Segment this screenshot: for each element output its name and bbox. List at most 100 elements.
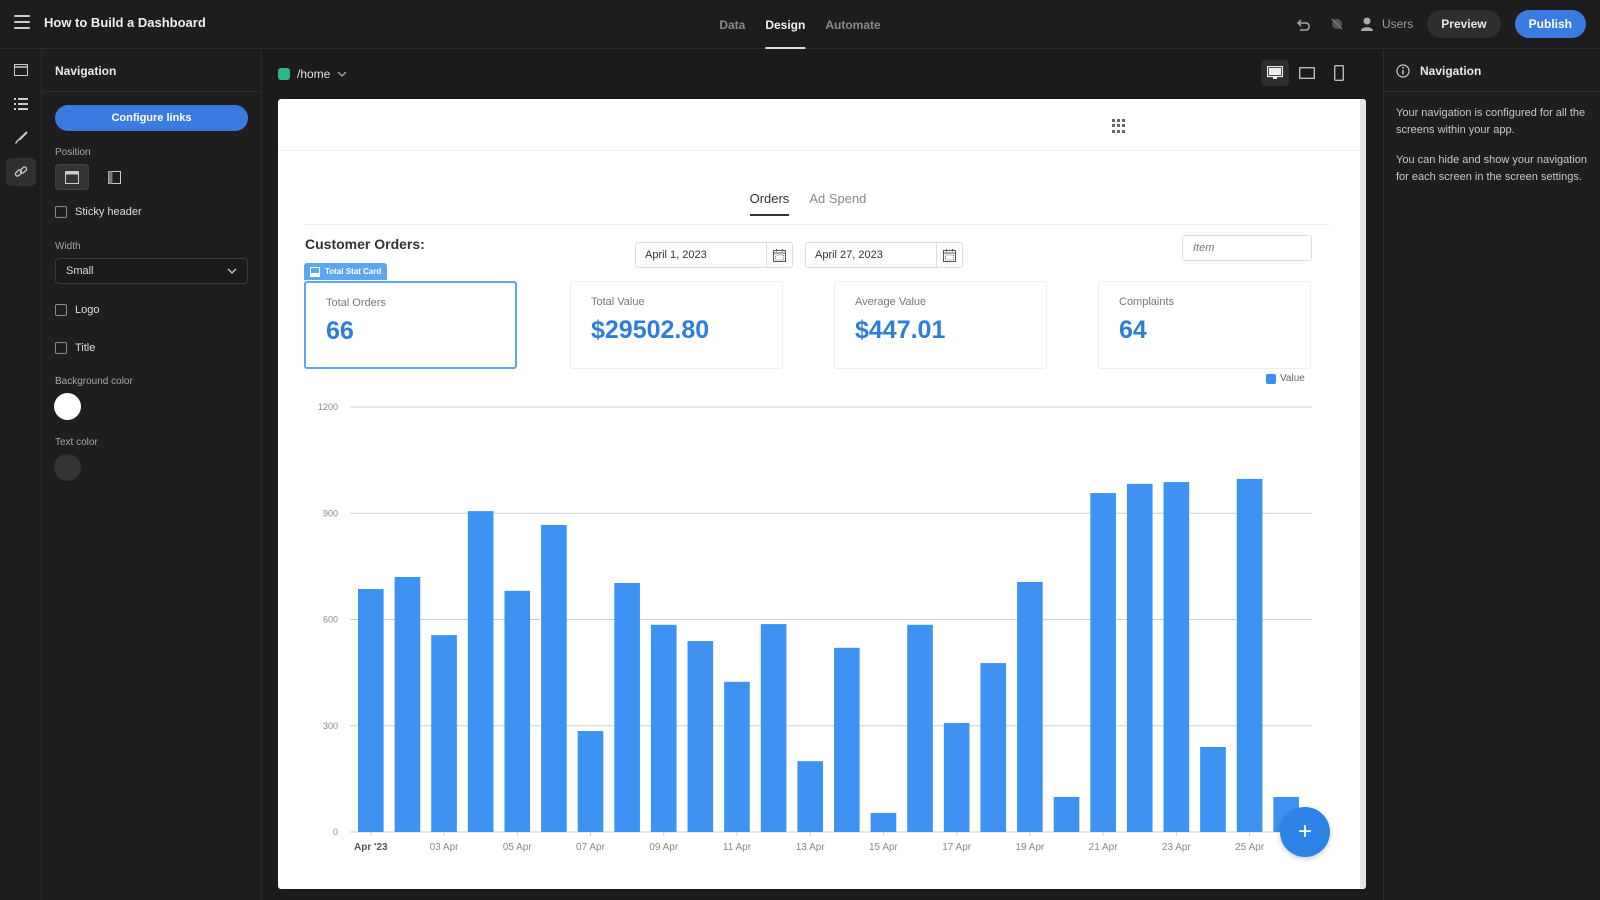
stat-value: 64: [1119, 316, 1147, 344]
tab-ad-spend[interactable]: Ad Spend: [809, 191, 866, 216]
title-checkbox[interactable]: Title: [55, 342, 248, 354]
bar[interactable]: [1090, 493, 1116, 832]
checkbox-box[interactable]: [55, 206, 67, 218]
screens-icon[interactable]: [6, 56, 36, 84]
desktop-icon: [1267, 66, 1283, 79]
bar[interactable]: [687, 641, 714, 832]
logo-checkbox[interactable]: Logo: [55, 304, 248, 316]
bar[interactable]: [504, 590, 531, 832]
bar[interactable]: [1126, 483, 1153, 832]
page-scrollbar[interactable]: [1360, 99, 1366, 889]
info-panel-title: Navigation: [1420, 63, 1482, 78]
tab-automate[interactable]: Automate: [825, 0, 880, 49]
bar[interactable]: [650, 624, 677, 832]
stat-value: 66: [326, 317, 354, 345]
configure-links-button[interactable]: Configure links: [55, 105, 248, 131]
preview-button[interactable]: Preview: [1427, 10, 1501, 38]
text-color-swatch[interactable]: [54, 454, 81, 481]
tablet-icon: [1299, 67, 1315, 79]
bar[interactable]: [358, 589, 384, 832]
bar[interactable]: [1200, 747, 1226, 832]
background-color-swatch[interactable]: [54, 393, 81, 420]
bar[interactable]: [541, 524, 567, 832]
components-list-icon[interactable]: [6, 90, 36, 118]
checkbox-box[interactable]: [55, 304, 67, 316]
bar[interactable]: [760, 624, 787, 832]
bar[interactable]: [870, 812, 897, 832]
bar[interactable]: [724, 681, 750, 832]
badge-label: Total Stat Card: [325, 267, 382, 276]
page-tabs: Orders Ad Spend: [278, 191, 1338, 216]
position-left-button[interactable]: [97, 164, 131, 190]
chart-legend[interactable]: Value: [1266, 373, 1305, 384]
y-tick-label: 300: [323, 721, 338, 731]
bar[interactable]: [431, 635, 457, 832]
position-top-button[interactable]: [55, 164, 89, 190]
users-icon: [1360, 17, 1373, 31]
width-select[interactable]: Small: [55, 258, 248, 284]
app-title: How to Build a Dashboard: [44, 15, 206, 30]
tab-design[interactable]: Design: [765, 0, 806, 49]
app-grid-icon[interactable]: [1112, 119, 1126, 133]
layout-left-icon: [107, 170, 121, 184]
info-paragraph-1: Your navigation is configured for all th…: [1396, 107, 1586, 136]
users-button[interactable]: Users: [1360, 16, 1413, 32]
brush-icon[interactable]: [6, 124, 36, 152]
bar[interactable]: [1163, 482, 1190, 832]
mobile-preview-button[interactable]: [1325, 60, 1353, 86]
chevron-down-icon: [227, 268, 237, 274]
end-date-value[interactable]: April 27, 2023: [806, 243, 936, 267]
width-label: Width: [55, 241, 81, 252]
add-fab-button[interactable]: +: [1280, 807, 1330, 857]
bar[interactable]: [907, 624, 933, 832]
desktop-preview-button[interactable]: [1261, 60, 1289, 86]
x-tick-label: 15 Apr: [869, 842, 899, 853]
tab-orders[interactable]: Orders: [749, 191, 790, 216]
info-panel: Navigation Your navigation is configured…: [1383, 50, 1600, 900]
bar[interactable]: [797, 761, 824, 832]
route-label: /home: [297, 67, 331, 81]
info-icon: [1396, 63, 1410, 78]
menu-icon[interactable]: [14, 15, 30, 29]
start-date-picker[interactable]: April 1, 2023: [635, 242, 793, 268]
tablet-preview-button[interactable]: [1293, 60, 1321, 86]
tab-data[interactable]: Data: [719, 0, 745, 49]
checkbox-box[interactable]: [55, 342, 67, 354]
x-tick-label: 23 Apr: [1162, 842, 1192, 853]
bar[interactable]: [1053, 796, 1080, 832]
end-date-picker[interactable]: April 27, 2023: [805, 242, 963, 268]
x-tick-label: 09 Apr: [649, 842, 679, 853]
route-selector[interactable]: /home: [278, 67, 347, 81]
bar[interactable]: [1236, 478, 1263, 832]
undo-icon[interactable]: [1296, 15, 1314, 33]
position-label: Position: [55, 147, 91, 158]
bar[interactable]: [577, 731, 604, 832]
bar[interactable]: [467, 511, 494, 832]
calendar-icon[interactable]: [766, 243, 792, 267]
page-navigation-bar: [278, 99, 1366, 151]
bar[interactable]: [834, 647, 860, 832]
start-date-value[interactable]: April 1, 2023: [636, 243, 766, 267]
component-icon: [310, 266, 320, 277]
background-color-label: Background color: [55, 376, 133, 387]
sticky-header-checkbox[interactable]: Sticky header: [55, 206, 248, 218]
x-tick-label: 07 Apr: [576, 842, 606, 853]
text-color-label: Text color: [55, 437, 98, 448]
calendar-icon[interactable]: [936, 243, 962, 267]
stat-card-complaints[interactable]: Complaints 64: [1098, 281, 1311, 369]
stat-card-total-value[interactable]: Total Value $29502.80: [570, 281, 783, 369]
link-icon[interactable]: [6, 158, 36, 186]
bar[interactable]: [943, 722, 970, 832]
stat-card-total-orders[interactable]: Total Orders 66: [304, 281, 517, 369]
item-search-input[interactable]: [1182, 235, 1312, 261]
x-tick-label: 17 Apr: [942, 842, 972, 853]
bar[interactable]: [394, 577, 421, 832]
publish-button[interactable]: Publish: [1514, 10, 1586, 38]
stat-card-average-value[interactable]: Average Value $447.01: [834, 281, 1047, 369]
x-tick-label: Apr '23: [354, 842, 388, 853]
selected-component-badge: Total Stat Card: [304, 263, 388, 280]
bar[interactable]: [980, 663, 1007, 832]
bar[interactable]: [614, 583, 640, 832]
bar[interactable]: [1017, 581, 1043, 832]
redo-disabled-icon[interactable]: [1328, 15, 1346, 33]
